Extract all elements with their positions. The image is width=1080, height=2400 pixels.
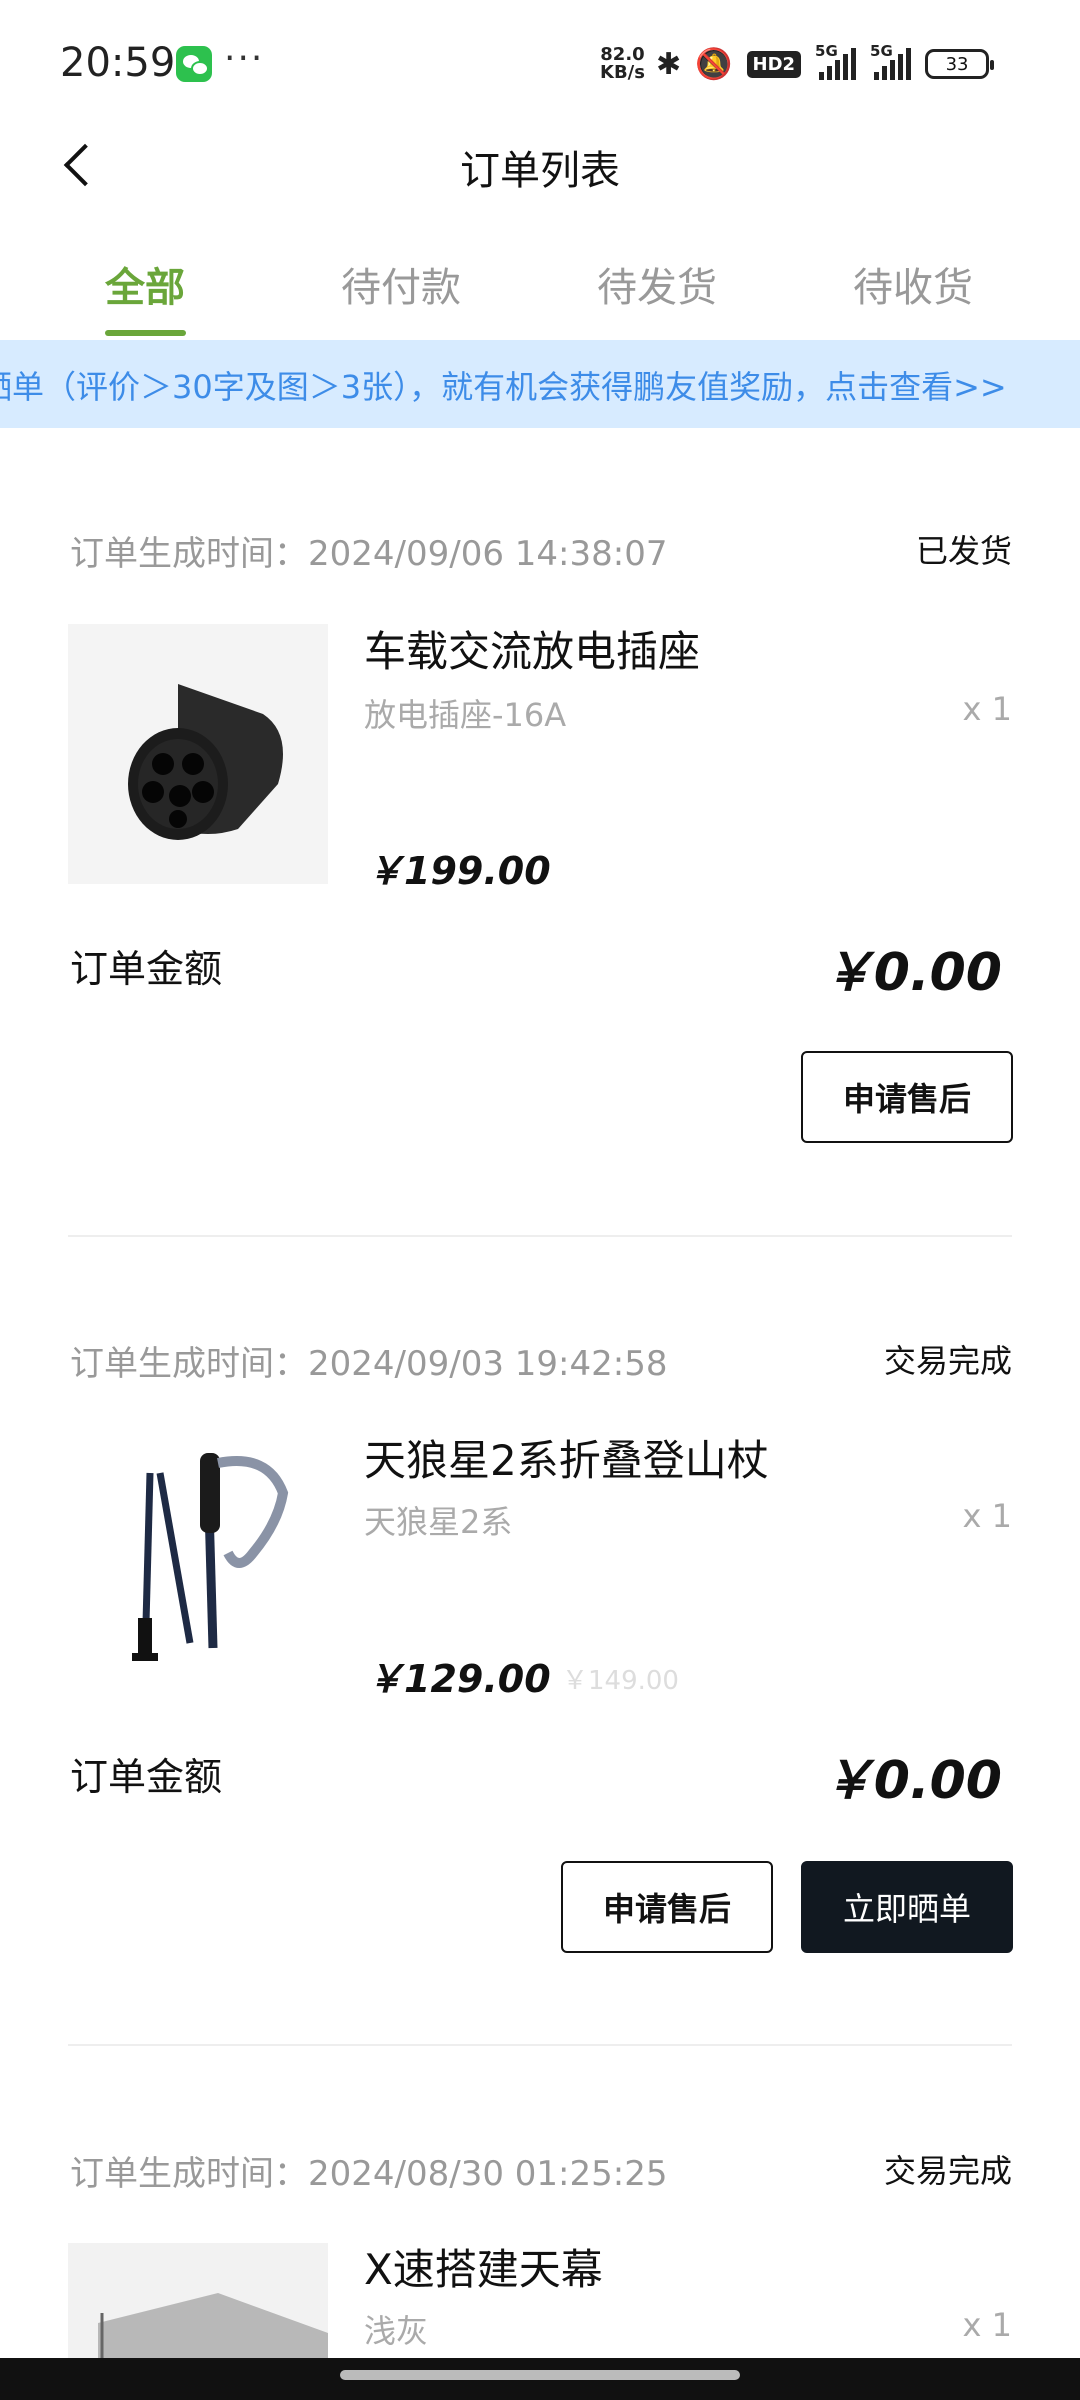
- product-name[interactable]: X速搭建天幕: [364, 2236, 603, 2297]
- product-price: ￥199.00: [366, 849, 551, 893]
- status-icons: ✱ 🔕 HD2 5G 5G 33: [656, 42, 995, 84]
- share-review-button[interactable]: 立即晒单: [801, 1861, 1013, 1953]
- signal-icon-1: 5G: [815, 42, 857, 80]
- product-price: ￥129.00: [366, 1657, 551, 1701]
- discharge-socket-image: [68, 624, 328, 884]
- banner-text: 晒单（评价＞30字及图＞3张），就有机会获得鹏友值奖励，点击查看>>: [0, 368, 1007, 406]
- signal-icon-2: 5G: [870, 42, 912, 80]
- more-notifications-icon: ···: [224, 38, 265, 79]
- order-amount: ￥0.00: [821, 1751, 1002, 1811]
- order-amount-label: 订单金额: [70, 947, 223, 991]
- product-image[interactable]: [68, 624, 328, 884]
- clock: 20:59: [60, 40, 176, 86]
- after-sales-button[interactable]: 申请售后: [561, 1861, 773, 1953]
- product-quantity: x 1: [962, 1497, 1012, 1535]
- tab-pending-shipment[interactable]: 待发货: [557, 255, 757, 313]
- product-image[interactable]: [68, 1433, 328, 1693]
- bluetooth-icon: ✱: [656, 46, 682, 82]
- mute-icon: 🔕: [695, 46, 733, 82]
- network-speed: 82.0 KB/s: [600, 44, 645, 83]
- wechat-icon: [176, 46, 212, 82]
- product-spec: 浅灰: [364, 2312, 429, 2350]
- tab-pending-payment[interactable]: 待付款: [301, 255, 501, 313]
- product-name[interactable]: 车载交流放电插座: [364, 618, 700, 679]
- order-time: 订单生成时间：2024/09/06 14:38:07: [70, 534, 668, 574]
- tent-canopy-image: [68, 2243, 328, 2358]
- order-amount: ￥0.00: [821, 943, 1002, 1003]
- product-image[interactable]: [68, 2243, 328, 2358]
- order-time: 订单生成时间：2024/08/30 01:25:25: [70, 2154, 668, 2194]
- product-name[interactable]: 天狼星2系折叠登山杖: [364, 1427, 769, 1488]
- status-bar: 20:59 ··· 82.0 KB/s ✱ 🔕 HD2 5G 5G 33: [0, 0, 1080, 130]
- divider: [68, 2044, 1012, 2046]
- product-spec: 天狼星2系: [364, 1503, 513, 1541]
- tab-pending-receipt[interactable]: 待收货: [813, 255, 1013, 313]
- home-indicator[interactable]: [340, 2370, 740, 2380]
- order-status: 交易完成: [883, 1342, 1012, 1380]
- order-time: 订单生成时间：2024/09/03 19:42:58: [70, 1344, 668, 1384]
- order-amount-label: 订单金额: [70, 1755, 223, 1799]
- original-price: ￥149.00: [562, 1666, 679, 1696]
- battery-icon: 33: [925, 49, 995, 79]
- page-title: 订单列表: [460, 148, 620, 194]
- gesture-navigation-bar: [0, 2358, 1080, 2400]
- after-sales-button[interactable]: 申请售后: [801, 1051, 1013, 1143]
- tab-all[interactable]: 全部: [45, 255, 245, 313]
- order-status: 交易完成: [883, 2152, 1012, 2190]
- product-spec: 放电插座-16A: [364, 696, 567, 734]
- hd-icon: HD2: [746, 50, 802, 78]
- active-tab-indicator: [105, 330, 186, 336]
- review-reward-banner[interactable]: 晒单（评价＞30字及图＞3张），就有机会获得鹏友值奖励，点击查看>>: [0, 340, 1080, 428]
- product-quantity: x 1: [962, 690, 1012, 728]
- order-status: 已发货: [915, 532, 1012, 570]
- trekking-pole-image: [68, 1433, 328, 1693]
- divider: [68, 1235, 1012, 1237]
- product-quantity: x 1: [962, 2306, 1012, 2344]
